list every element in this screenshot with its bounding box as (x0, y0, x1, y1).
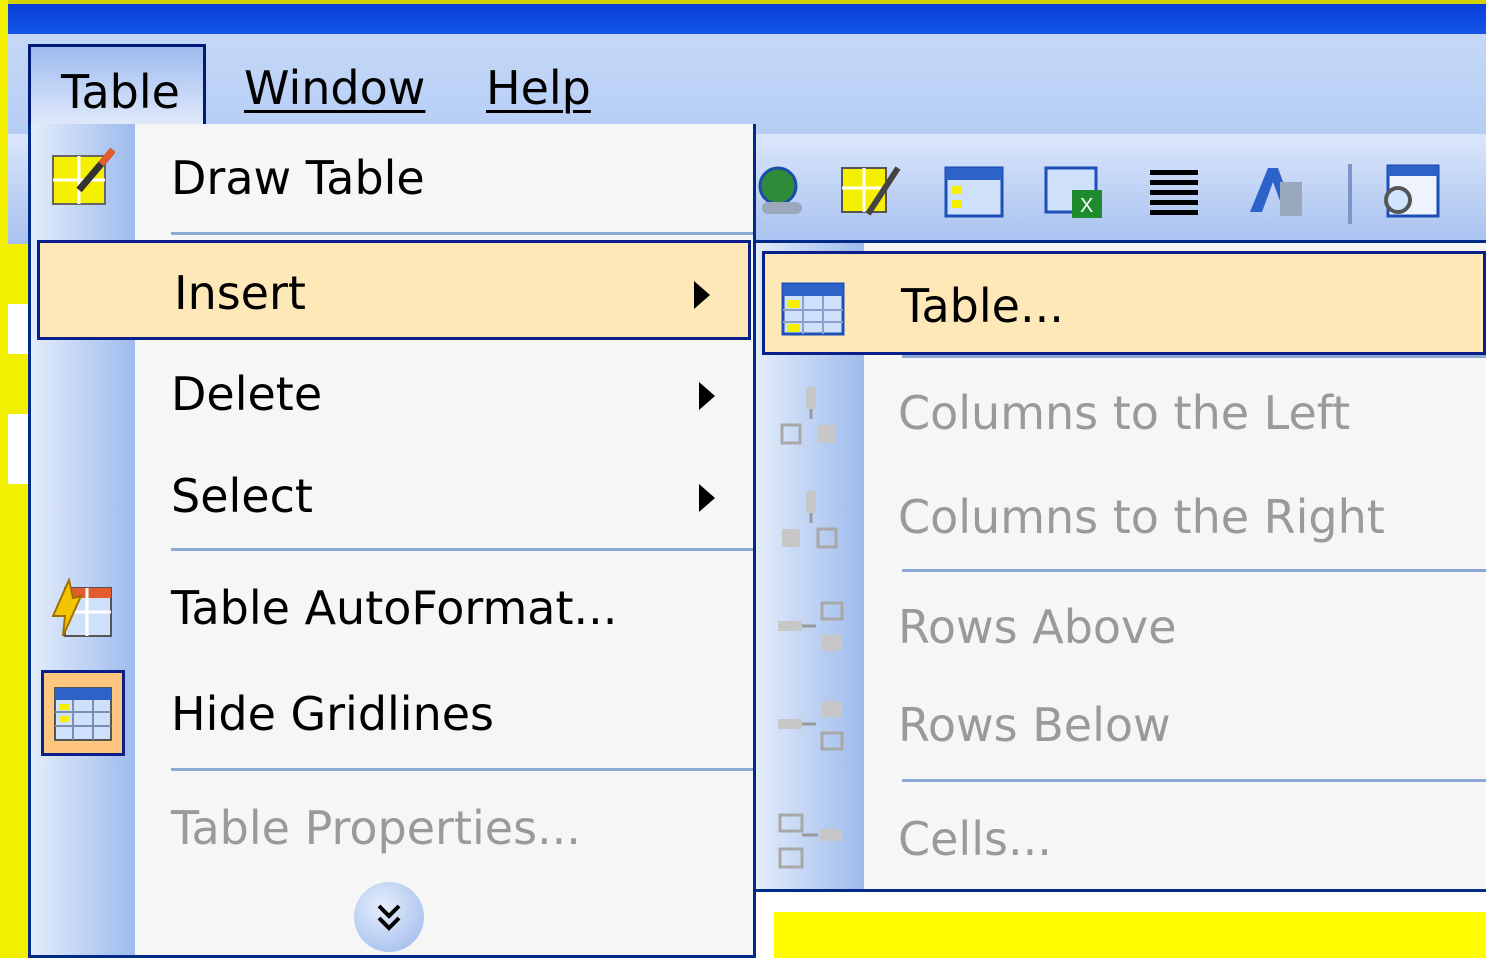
draw-table-icon[interactable] (838, 162, 902, 222)
submenu-arrow-icon (694, 281, 710, 309)
document-map-icon[interactable] (1378, 162, 1442, 222)
insert-submenu: Table... Columns to the Left Columns to … (756, 240, 1486, 892)
menu-window-label: Window (244, 61, 426, 115)
insert-row-above-icon (778, 601, 844, 651)
insert-column-left-icon (780, 387, 836, 445)
menu-item-hide-gridlines[interactable]: Hide Gridlines (31, 664, 753, 764)
submenu-item-label: Cells... (898, 812, 1052, 866)
toolbar-separator (1348, 164, 1352, 224)
insert-excel-icon[interactable]: X (1042, 162, 1106, 222)
menu-item-table-properties: Table Properties... (31, 778, 753, 878)
title-bar (8, 0, 1486, 34)
menu-item-label: Hide Gridlines (171, 687, 495, 741)
menu-separator (171, 232, 753, 235)
menu-item-label: Select (171, 469, 313, 523)
menu-item-delete[interactable]: Delete (31, 344, 753, 444)
autoformat-icon (51, 576, 112, 637)
submenu-item-columns-right: Columns to the Right (756, 465, 1486, 569)
menu-help-label: Help (486, 61, 591, 115)
submenu-item-label: Columns to the Right (898, 490, 1385, 544)
table-menu: Draw Table Insert Delete Select Table Au… (28, 124, 756, 958)
drawing-icon[interactable] (1244, 162, 1308, 222)
menu-item-insert[interactable]: Insert (37, 240, 751, 340)
menu-separator (171, 548, 753, 551)
menu-separator (171, 768, 753, 771)
menu-separator (902, 355, 1486, 358)
submenu-item-rows-above: Rows Above (756, 575, 1486, 679)
menu-table[interactable]: Table (28, 44, 206, 134)
submenu-item-cells: Cells... (756, 787, 1486, 891)
highlighted-text-region (774, 912, 1486, 958)
menu-item-select[interactable]: Select (31, 446, 753, 546)
expand-menu-button[interactable] (354, 882, 424, 952)
columns-icon[interactable] (1142, 162, 1206, 222)
svg-text:X: X (1080, 195, 1093, 217)
menu-separator (902, 779, 1486, 782)
submenu-item-columns-left: Columns to the Left (756, 361, 1486, 465)
menu-item-label: Delete (171, 367, 323, 421)
web-tools-icon[interactable] (756, 162, 820, 222)
menu-separator (902, 569, 1486, 572)
submenu-arrow-icon (699, 484, 715, 512)
submenu-item-label: Table... (901, 279, 1064, 333)
menu-item-label: Table AutoFormat... (171, 581, 618, 635)
menu-item-draw-table[interactable]: Draw Table (31, 128, 753, 228)
menu-table-label: Table (61, 65, 180, 119)
submenu-item-rows-below: Rows Below (756, 673, 1486, 777)
menu-item-label: Draw Table (171, 151, 425, 205)
submenu-item-label: Rows Above (898, 600, 1177, 654)
insert-column-right-icon (782, 491, 838, 549)
document-area (756, 892, 1486, 958)
submenu-arrow-icon (699, 382, 715, 410)
menu-item-label: Table Properties... (171, 801, 581, 855)
insert-row-below-icon (778, 701, 844, 751)
submenu-item-label: Columns to the Left (898, 386, 1351, 440)
menu-bar: Table Window Help (8, 34, 1486, 134)
insert-cells-icon (778, 813, 842, 869)
draw-table-icon (52, 147, 115, 205)
submenu-item-table[interactable]: Table... (762, 251, 1486, 355)
menu-window[interactable]: Window (244, 56, 425, 120)
insert-table-icon[interactable] (942, 162, 1006, 222)
menu-item-label: Insert (174, 266, 306, 320)
insert-table-icon (781, 282, 845, 336)
document-left-edge (8, 244, 28, 958)
menu-help[interactable]: Help (486, 56, 591, 120)
chevron-double-down-icon (377, 904, 401, 931)
gridlines-icon (54, 687, 112, 741)
submenu-item-label: Rows Below (898, 698, 1171, 752)
menu-item-table-autoformat[interactable]: Table AutoFormat... (31, 558, 753, 658)
